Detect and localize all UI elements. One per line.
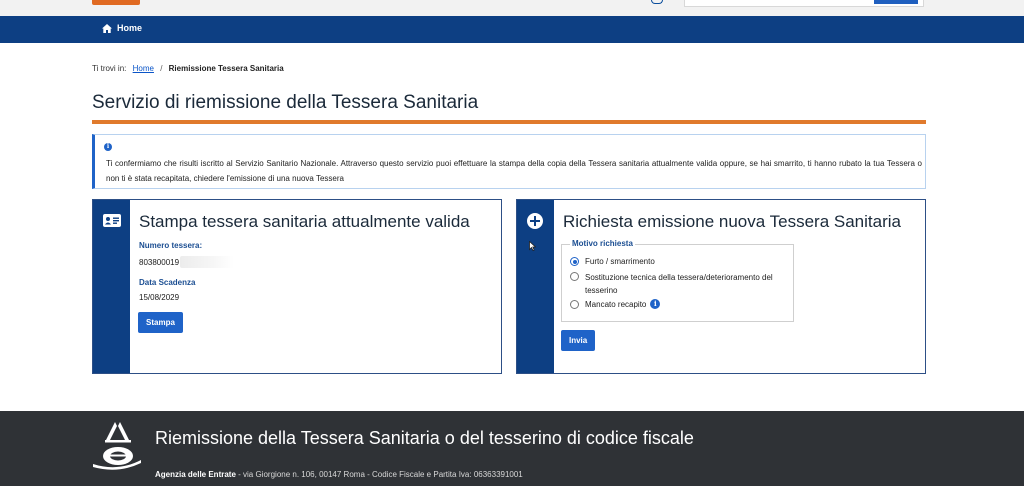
print-button[interactable]: Stampa bbox=[138, 312, 183, 333]
reason-legend: Motivo richiesta bbox=[570, 239, 635, 248]
title-divider bbox=[92, 120, 926, 124]
reason-option-replacement[interactable]: Sostituzione tecnica della tessera/deter… bbox=[570, 271, 785, 297]
breadcrumb-separator: / bbox=[160, 64, 163, 73]
card-number-value: 803800019 bbox=[139, 256, 235, 268]
send-button[interactable]: Invia bbox=[561, 330, 596, 351]
card-number-label: Numero tessera: bbox=[139, 241, 203, 250]
expiry-label: Data Scadenza bbox=[139, 278, 196, 287]
reason-option-not-delivered[interactable]: Mancato recapito i bbox=[570, 299, 661, 311]
page-title: Servizio di riemissione della Tessera Sa… bbox=[92, 92, 479, 113]
footer-org: Agenzia delle Entrate bbox=[155, 470, 236, 479]
footer-address: - via Giorgione n. 106, 00147 Roma - Cod… bbox=[235, 470, 523, 479]
card-number-text: 803800019 bbox=[139, 257, 180, 267]
print-card-title: Stampa tessera sanitaria attualmente val… bbox=[139, 212, 470, 231]
info-text: Ti confermiamo che risulti iscritto al S… bbox=[106, 159, 922, 183]
main-navbar: Home bbox=[0, 16, 1024, 43]
search-button[interactable] bbox=[874, 0, 918, 4]
breadcrumb-home-link[interactable]: Home bbox=[133, 64, 154, 73]
new-card-title: Richiesta emissione nuova Tessera Sanita… bbox=[563, 212, 901, 231]
help-icon[interactable] bbox=[651, 0, 663, 4]
header-logo[interactable] bbox=[92, 0, 140, 5]
home-icon bbox=[102, 23, 112, 33]
breadcrumb-prefix: Ti trovi in: bbox=[92, 64, 127, 73]
print-card-stripe bbox=[93, 200, 130, 373]
expiry-value: 15/08/2029 bbox=[139, 293, 180, 302]
mouse-cursor-icon bbox=[529, 241, 536, 251]
footer-title: Riemissione della Tessera Sanitaria o de… bbox=[155, 428, 694, 448]
reason-option-label: Furto / smarrimento bbox=[585, 257, 655, 266]
new-card-request: Richiesta emissione nuova Tessera Sanita… bbox=[516, 199, 926, 374]
info-tooltip-icon[interactable]: i bbox=[650, 299, 661, 309]
nav-home-link[interactable]: Home bbox=[102, 23, 142, 33]
info-icon: i bbox=[104, 143, 112, 151]
reason-option-label: Mancato recapito bbox=[585, 300, 647, 309]
nav-home-label: Home bbox=[117, 23, 143, 33]
breadcrumb: Ti trovi in: Home / Riemissione Tessera … bbox=[92, 64, 284, 73]
plus-circle-icon bbox=[527, 213, 543, 229]
card-number-redaction bbox=[180, 256, 235, 268]
reason-fieldset: Motivo richiesta Furto / smarrimento Sos… bbox=[561, 239, 794, 322]
top-header bbox=[0, 0, 1024, 16]
print-card: Stampa tessera sanitaria attualmente val… bbox=[92, 199, 502, 374]
radio-not-delivered[interactable] bbox=[570, 300, 579, 309]
radio-replacement[interactable] bbox=[570, 272, 579, 281]
new-card-stripe bbox=[517, 200, 554, 373]
breadcrumb-current: Riemissione Tessera Sanitaria bbox=[168, 64, 284, 73]
footer-info: Agenzia delle Entrate - via Giorgione n.… bbox=[155, 470, 523, 479]
reason-option-label: Sostituzione tecnica della tessera/deter… bbox=[585, 273, 773, 295]
reason-option-theft[interactable]: Furto / smarrimento bbox=[570, 256, 655, 268]
info-alert: i Ti confermiamo che risulti iscritto al… bbox=[92, 134, 926, 189]
agenzia-entrate-logo bbox=[93, 422, 141, 470]
id-card-icon bbox=[103, 214, 121, 227]
radio-theft[interactable] bbox=[570, 257, 579, 266]
